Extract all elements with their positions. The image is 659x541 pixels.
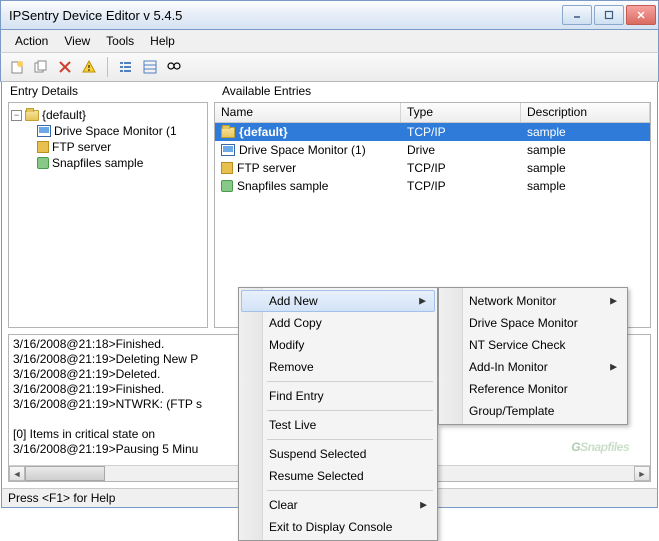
status-text: Press <F1> for Help <box>8 491 115 505</box>
list-row[interactable]: Snapfiles sample TCP/IP sample <box>215 177 650 195</box>
tree-item-label: Snapfiles sample <box>52 156 143 170</box>
column-type[interactable]: Type <box>401 103 521 122</box>
menubar: Action View Tools Help <box>0 30 659 52</box>
close-button[interactable] <box>626 5 656 25</box>
list-header: Name Type Description <box>215 103 650 123</box>
row-name: FTP server <box>237 161 296 175</box>
row-desc: sample <box>521 161 650 175</box>
log-line: 3/16/2008@21:19>Finished. <box>13 382 164 396</box>
submenu-item-network[interactable]: Network Monitor▶ <box>441 290 625 312</box>
window-title: IPSentry Device Editor v 5.4.5 <box>9 8 562 23</box>
menu-item-suspend[interactable]: Suspend Selected <box>241 443 435 465</box>
log-line: 3/16/2008@21:19>Pausing 5 Minu <box>13 442 198 456</box>
tree-item[interactable]: Drive Space Monitor (1 <box>37 123 205 139</box>
folder-icon <box>221 127 235 138</box>
menu-separator <box>267 490 433 491</box>
monitor-icon <box>37 125 51 137</box>
list-row[interactable]: {default} TCP/IP sample <box>215 123 650 141</box>
menu-item-test-live[interactable]: Test Live <box>241 414 435 436</box>
toolbar-list-icon[interactable] <box>116 57 136 77</box>
monitor-icon <box>221 144 235 156</box>
row-type: TCP/IP <box>401 179 521 193</box>
tree-root[interactable]: − {default} <box>11 107 205 123</box>
list-pane-label: Available Entries <box>222 84 311 100</box>
submenu-item-reference[interactable]: Reference Monitor <box>441 378 625 400</box>
menu-item-clear[interactable]: Clear▶ <box>241 494 435 516</box>
ftp-icon <box>37 141 49 153</box>
tree-item[interactable]: FTP server <box>37 139 205 155</box>
tree-item-label: Drive Space Monitor (1 <box>54 124 177 138</box>
minimize-button[interactable] <box>562 5 592 25</box>
tree-item-label: FTP server <box>52 140 111 154</box>
pane-labels: Entry Details Available Entries <box>10 84 649 100</box>
list-row[interactable]: FTP server TCP/IP sample <box>215 159 650 177</box>
snap-icon <box>37 157 49 169</box>
tree-item[interactable]: Snapfiles sample <box>37 155 205 171</box>
row-type: Drive <box>401 143 521 157</box>
snap-icon <box>221 180 233 192</box>
toolbar-copy-icon[interactable] <box>31 57 51 77</box>
submenu-arrow-icon: ▶ <box>610 362 617 373</box>
menu-item-remove[interactable]: Remove <box>241 356 435 378</box>
menu-item-add-new[interactable]: Add New▶ <box>241 290 435 312</box>
context-menu: Add New▶ Add Copy Modify Remove Find Ent… <box>238 287 438 541</box>
submenu-arrow-icon: ▶ <box>419 296 426 307</box>
toolbar-separator <box>107 57 108 77</box>
row-desc: sample <box>521 143 650 157</box>
row-type: TCP/IP <box>401 161 521 175</box>
row-name: {default} <box>239 125 288 139</box>
list-row[interactable]: Drive Space Monitor (1) Drive sample <box>215 141 650 159</box>
toolbar-find-icon[interactable] <box>164 57 184 77</box>
menu-help[interactable]: Help <box>142 32 183 50</box>
submenu-arrow-icon: ▶ <box>420 500 427 511</box>
column-description[interactable]: Description <box>521 103 650 122</box>
log-line: [0] Items in critical state on <box>13 427 155 441</box>
toolbar <box>0 52 659 82</box>
row-type: TCP/IP <box>401 125 521 139</box>
window-buttons <box>562 5 656 25</box>
menu-item-modify[interactable]: Modify <box>241 334 435 356</box>
tree-pane-label: Entry Details <box>10 84 210 100</box>
toolbar-delete-icon[interactable] <box>55 57 75 77</box>
log-line: 3/16/2008@21:18>Finished. <box>13 337 164 351</box>
menu-separator <box>267 439 433 440</box>
toolbar-warning-icon[interactable] <box>79 57 99 77</box>
menu-separator <box>267 381 433 382</box>
submenu-arrow-icon: ▶ <box>610 296 617 307</box>
tree-pane[interactable]: − {default} Drive Space Monitor (1 FTP s… <box>8 102 208 328</box>
menu-item-find-entry[interactable]: Find Entry <box>241 385 435 407</box>
toolbar-details-icon[interactable] <box>140 57 160 77</box>
submenu-item-addin[interactable]: Add-In Monitor▶ <box>441 356 625 378</box>
tree-collapse-icon[interactable]: − <box>11 110 22 121</box>
menu-separator <box>267 410 433 411</box>
tree-root-label: {default} <box>42 108 86 122</box>
menu-item-resume[interactable]: Resume Selected <box>241 465 435 487</box>
menu-item-exit[interactable]: Exit to Display Console <box>241 516 435 538</box>
submenu-item-drive[interactable]: Drive Space Monitor <box>441 312 625 334</box>
row-desc: sample <box>521 179 650 193</box>
titlebar: IPSentry Device Editor v 5.4.5 <box>0 0 659 30</box>
scroll-left-icon[interactable]: ◄ <box>9 466 25 481</box>
menu-tools[interactable]: Tools <box>98 32 142 50</box>
folder-icon <box>25 110 39 121</box>
row-name: Drive Space Monitor (1) <box>239 143 366 157</box>
scroll-right-icon[interactable]: ► <box>634 466 650 481</box>
menu-item-add-copy[interactable]: Add Copy <box>241 312 435 334</box>
log-line: 3/16/2008@21:19>Deleted. <box>13 367 160 381</box>
log-line: 3/16/2008@21:19>Deleting New P <box>13 352 198 366</box>
row-desc: sample <box>521 125 650 139</box>
toolbar-new-icon[interactable] <box>7 57 27 77</box>
submenu-item-nt[interactable]: NT Service Check <box>441 334 625 356</box>
column-name[interactable]: Name <box>215 103 401 122</box>
maximize-button[interactable] <box>594 5 624 25</box>
ftp-icon <box>221 162 233 174</box>
submenu-item-group[interactable]: Group/Template <box>441 400 625 422</box>
scroll-thumb[interactable] <box>25 466 105 481</box>
menu-action[interactable]: Action <box>7 32 56 50</box>
context-submenu: Network Monitor▶ Drive Space Monitor NT … <box>438 287 628 425</box>
row-name: Snapfiles sample <box>237 179 328 193</box>
menu-view[interactable]: View <box>56 32 98 50</box>
log-line: 3/16/2008@21:19>NTWRK: (FTP s <box>13 397 202 411</box>
